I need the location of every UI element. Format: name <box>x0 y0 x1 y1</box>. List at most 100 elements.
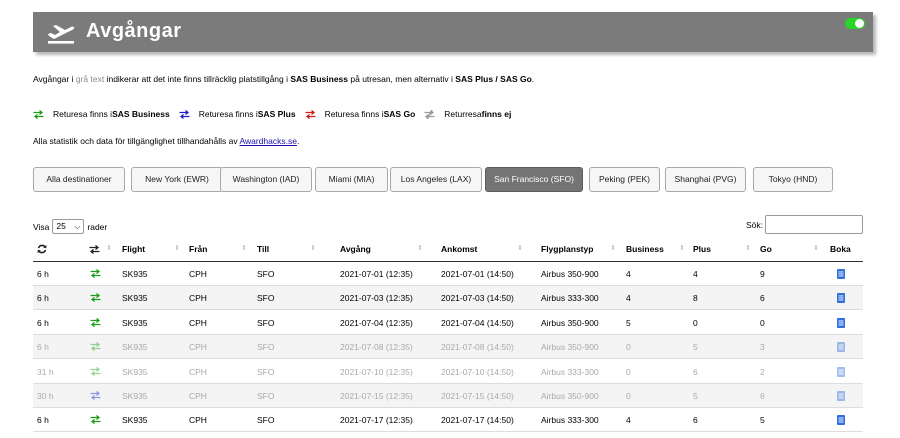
cell-business: 4 <box>626 269 631 279</box>
cell-from: CPH <box>189 366 207 377</box>
cell-dep: 2021-07-03 (12:35) <box>340 293 413 304</box>
legend-bold: finns ej <box>481 109 512 119</box>
cell-go: 0 <box>760 317 765 328</box>
sort-icon[interactable]: ⬍ <box>310 237 316 261</box>
book-button[interactable] <box>837 342 845 354</box>
cell-dep: 2021-07-15 (12:35) <box>340 391 413 401</box>
table-row[interactable]: 30 h SK935 CPH SFO 2021-07-15 (12:35) 2021-07… <box>33 384 863 408</box>
sort-icon[interactable]: ⬍ <box>241 237 247 261</box>
col-refresh-duration[interactable] <box>37 237 47 261</box>
document-icon <box>837 317 845 328</box>
search-input[interactable] <box>765 215 864 234</box>
book-button[interactable] <box>837 415 845 427</box>
cell-go: 6 <box>760 293 765 304</box>
filter-button[interactable]: Alla destinationer <box>33 167 125 192</box>
cell-go: 2 <box>760 366 765 377</box>
return-indicator <box>90 415 101 426</box>
cell-to: SFO <box>257 342 275 353</box>
sort-icon[interactable]: ⬍ <box>417 237 423 261</box>
return-green-icon <box>33 109 44 119</box>
book-button[interactable] <box>837 293 845 305</box>
col-header[interactable]: Från <box>189 237 207 261</box>
col-header[interactable]: Flygplanstyp <box>541 237 593 261</box>
legend-item: Returesa finns i SAS Business <box>33 109 170 119</box>
airplane-takeoff-icon <box>48 25 75 44</box>
col-header[interactable]: Ankomst <box>441 237 477 261</box>
cell-plus: 0 <box>693 317 698 328</box>
document-icon <box>837 342 845 353</box>
table-row[interactable]: 6 h SK935 CPH SFO 2021-07-04 (12:35) 2021-07-… <box>33 311 863 335</box>
cell-aircraft: Airbus 333-300 <box>541 293 599 304</box>
legend-bold: SAS Plus <box>257 109 296 119</box>
return-legend: Returesa finns i SAS Business Returesa fi… <box>33 109 520 119</box>
filter-button[interactable]: Shanghai (PVG) <box>665 167 746 192</box>
header-banner: Avgångar <box>33 12 873 52</box>
legend-bold: SAS Business <box>112 109 170 119</box>
book-button[interactable] <box>837 317 845 330</box>
return-green-icon <box>90 342 101 352</box>
cell-duration: 6 h <box>37 342 49 353</box>
col-header[interactable]: Boka <box>830 237 851 261</box>
show-label: Visa <box>33 221 50 232</box>
book-button[interactable] <box>837 391 845 403</box>
cell-plus: 4 <box>693 269 698 279</box>
awardhacks-link[interactable]: Awardhacks.se <box>239 136 296 146</box>
filter-button[interactable]: Washington (IAD) <box>220 167 312 192</box>
table-row[interactable]: 6 h SK935 CPH SFO 2021-07-17 (12:35) 2021-07-… <box>33 408 863 433</box>
col-header[interactable]: Avgång <box>340 237 371 261</box>
page-size-select[interactable]: 25 ⌵ <box>52 219 85 234</box>
col-header[interactable]: Business <box>626 237 664 261</box>
book-button[interactable] <box>837 366 845 379</box>
cell-aircraft: Airbus 350-900 <box>541 317 599 328</box>
table-row[interactable]: 6 h SK935 CPH SFO 2021-07-08 (12:35) 2021-07-… <box>33 335 863 360</box>
filter-button[interactable]: Peking (PEK) <box>589 167 660 192</box>
table-row[interactable]: 6 h SK935 CPH SFO 2021-07-01 (12:35) 2021-07-… <box>33 262 863 286</box>
col-header[interactable]: Flight <box>122 237 145 261</box>
col-header[interactable]: Go <box>760 237 772 261</box>
stats-tail: . <box>296 136 300 146</box>
filter-button[interactable]: Miami (MIA) <box>315 167 388 192</box>
table-header: ⬍ Flight ⬍ Från ⬍ Till ⬍ Avgång ⬍ Ankomst ⬍ Flygpla… <box>33 237 863 262</box>
legend-item: Returesa finns i SAS Go <box>305 109 415 119</box>
cell-business: 0 <box>626 366 631 377</box>
document-icon <box>837 269 845 279</box>
sort-icon[interactable]: ⬍ <box>610 237 616 261</box>
filter-button[interactable]: Los Angeles (LAX) <box>390 167 482 192</box>
filter-button[interactable]: Tokyo (HND) <box>753 167 833 192</box>
sort-icon[interactable]: ⬍ <box>679 237 685 261</box>
info-bold: SAS Plus / SAS Go <box>455 74 532 84</box>
col-return[interactable] <box>89 237 100 261</box>
return-indicator <box>90 390 101 402</box>
col-header[interactable]: Plus <box>693 237 711 261</box>
return-green-icon <box>90 415 101 425</box>
info-part: indikerar att det inte finns tillräcklig… <box>104 74 291 84</box>
return-red-icon <box>305 109 316 119</box>
filter-button[interactable]: New York (EWR) <box>131 167 223 192</box>
cell-arr: 2021-07-15 (14:50) <box>441 391 514 401</box>
cell-flight: SK935 <box>122 342 148 353</box>
cell-aircraft: Airbus 350-900 <box>541 269 599 279</box>
cell-plus: 5 <box>693 342 698 353</box>
col-header[interactable]: Till <box>257 237 269 261</box>
sort-icon[interactable]: ⬍ <box>745 237 751 261</box>
cell-plus: 6 <box>693 415 698 426</box>
sort-icon[interactable]: ⬍ <box>174 237 180 261</box>
info-part: Avgångar i <box>33 74 76 84</box>
cell-flight: SK935 <box>122 317 148 328</box>
cell-duration: 31 h <box>37 366 54 377</box>
info-bold: SAS Business <box>290 74 349 84</box>
cell-to: SFO <box>257 415 275 426</box>
mode-toggle[interactable] <box>845 18 865 29</box>
table-row[interactable]: 31 h SK935 CPH SFO 2021-07-10 (12:35) 2021-07… <box>33 360 863 384</box>
sort-icon[interactable]: ⬍ <box>813 237 819 261</box>
table-row[interactable]: 6 h SK935 CPH SFO 2021-07-03 (12:35) 2021-07-… <box>33 286 863 311</box>
return-green-icon <box>90 293 101 303</box>
sort-icon[interactable]: ⬍ <box>106 237 112 261</box>
info-part: på utresan, men alternativ i <box>348 74 456 84</box>
filter-button[interactable]: San Francisco (SFO) <box>485 167 583 192</box>
sort-icon[interactable]: ⬍ <box>517 237 523 261</box>
cell-dep: 2021-07-01 (12:35) <box>340 269 413 279</box>
book-button[interactable] <box>837 269 845 281</box>
cell-from: CPH <box>189 415 207 426</box>
document-icon <box>837 293 845 304</box>
